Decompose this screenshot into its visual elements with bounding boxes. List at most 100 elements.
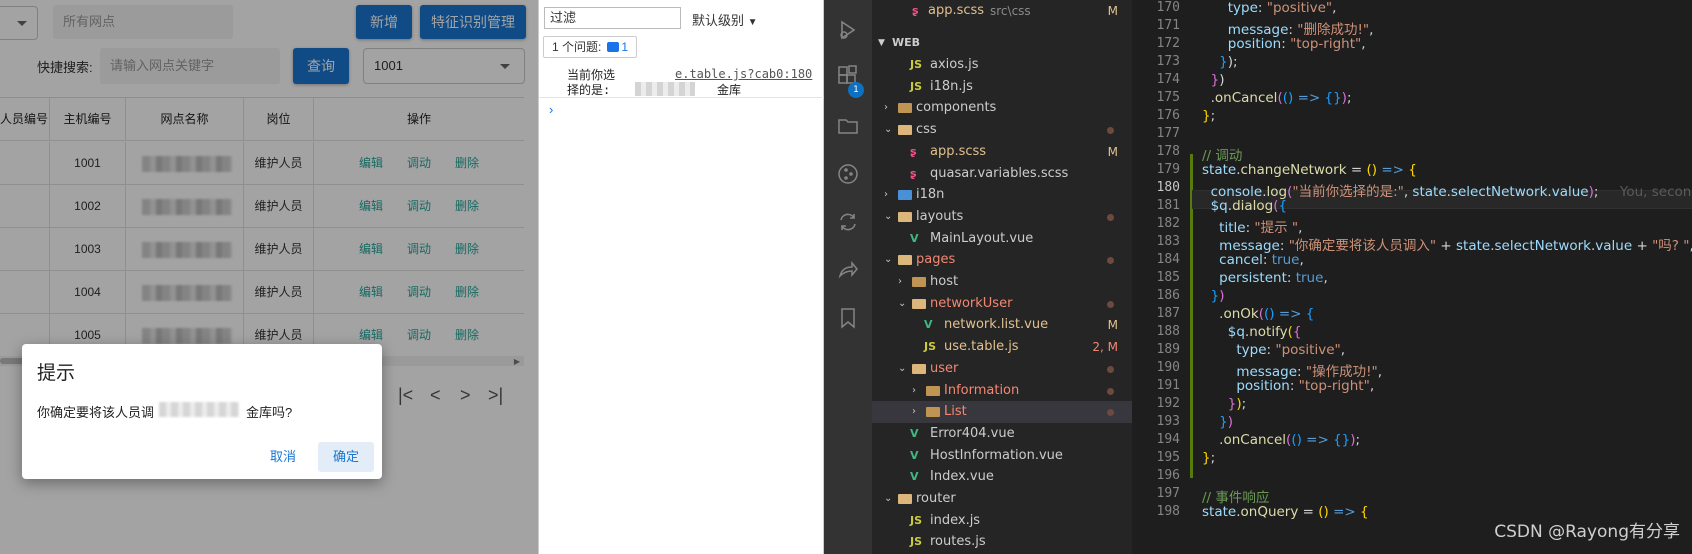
sync-icon[interactable] xyxy=(836,210,860,234)
line-number: 187 xyxy=(1156,306,1180,321)
explorer-section-header[interactable]: ▼ WEB xyxy=(872,32,1132,54)
tree-item-css[interactable]: ⌄ css xyxy=(872,119,1132,141)
tree-item-name: components xyxy=(916,100,997,116)
tree-item-name: app.scss xyxy=(930,143,987,159)
run-debug-icon[interactable] xyxy=(836,18,860,42)
modified-dot xyxy=(1107,409,1114,417)
line-number: 189 xyxy=(1156,342,1180,357)
scss-file-icon: ʂ xyxy=(910,166,917,180)
tree-item-routes-js[interactable]: JS routes.js xyxy=(872,531,1132,553)
tree-item-network-list-vue[interactable]: Vnetwork.list.vue M xyxy=(872,314,1132,336)
issues-button[interactable]: 1 个问题: 1 xyxy=(543,36,638,58)
tree-item-name: i18n.js xyxy=(930,78,973,94)
tree-item-layouts[interactable]: ⌄ layouts xyxy=(872,206,1132,228)
chevron-right-icon[interactable]: › xyxy=(912,380,916,402)
cancel-button[interactable]: 取消 xyxy=(254,442,312,472)
tree-item-name: app.scss xyxy=(928,3,985,18)
console-filter-input[interactable]: 过滤 xyxy=(544,7,681,29)
tree-item-index-js[interactable]: JS index.js xyxy=(872,510,1132,532)
chevron-down-icon[interactable]: ⌄ xyxy=(884,249,892,271)
code-editor: 170 171 172 173 174 175 176 177 178 179 180 181 182 1… xyxy=(1132,0,1692,554)
chevron-down-icon[interactable]: ⌄ xyxy=(884,119,892,141)
line-number: 186 xyxy=(1156,288,1180,303)
tree-item-name: Index.vue xyxy=(930,469,994,485)
tree-item-use-table-js[interactable]: JS use.table.js 2, M xyxy=(872,336,1132,358)
code-line: title: "提示 ", xyxy=(1219,220,1303,236)
tree-item-list[interactable]: › List xyxy=(872,401,1132,424)
vue-file-icon: V xyxy=(910,470,919,484)
tree-item-information[interactable]: › Information xyxy=(872,380,1132,402)
tree-item-components[interactable]: › components xyxy=(872,97,1132,119)
chevron-right-icon[interactable]: › xyxy=(912,401,916,423)
chevron-down-icon[interactable]: ⌄ xyxy=(884,488,892,510)
confirm-dialog: 提示 你确定要将该人员调 金库吗? 取消 确定 xyxy=(22,344,382,479)
vue-file-icon: V xyxy=(924,318,933,332)
tree-item-index-vue[interactable]: V Index.vue xyxy=(872,466,1132,488)
tree-item-name: networkUser xyxy=(930,295,1013,311)
vue-file-icon: V xyxy=(910,448,919,462)
js-file-icon: JS xyxy=(910,535,923,549)
tree-item-axios-js[interactable]: JS axios.js xyxy=(872,54,1132,76)
code-line: state.onQuery = () => { xyxy=(1202,504,1369,520)
tree-item-name: use.table.js xyxy=(944,339,1019,355)
code-line: console.log("当前你选择的是:", state.selectNetw… xyxy=(1202,180,1692,200)
tree-item-hostinformation-vue[interactable]: V HostInformation.vue xyxy=(872,445,1132,467)
tree-item-error404-vue[interactable]: V Error404.vue xyxy=(872,423,1132,445)
line-number: 182 xyxy=(1156,216,1180,231)
folder-icon xyxy=(926,385,940,396)
line-number: 190 xyxy=(1156,360,1180,375)
tree-item-name: axios.js xyxy=(930,57,979,72)
scss-file-icon: ʂ xyxy=(910,144,917,158)
tree-item-router[interactable]: ⌄ router xyxy=(872,488,1132,510)
git-status: M xyxy=(1107,4,1118,18)
console-prompt-icon[interactable]: › xyxy=(549,102,553,117)
code-line: message: "你确定要将该人员调入" + state.selectNetw… xyxy=(1219,238,1692,254)
line-number: 193 xyxy=(1156,414,1180,429)
tree-item-name: HostInformation.vue xyxy=(930,447,1063,463)
dialog-message-suffix: 金库吗? xyxy=(246,405,293,420)
tree-item-quasar-variables-scss[interactable]: ʂ quasar.variables.scss xyxy=(872,163,1132,185)
bookmark-icon[interactable] xyxy=(836,306,860,330)
chevron-down-icon[interactable]: ⌄ xyxy=(884,206,892,228)
code-line: }) xyxy=(1219,414,1234,430)
tree-item-pages[interactable]: ⌄ pages xyxy=(872,249,1132,271)
code-line: message: "操作成功!", xyxy=(1236,364,1382,380)
source-control-icon[interactable] xyxy=(836,162,860,186)
open-editor-item[interactable]: ʂ app.scss src\css M xyxy=(872,0,1132,22)
line-number: 181 xyxy=(1156,198,1180,213)
tree-item-i18n-js[interactable]: JS i18n.js xyxy=(872,76,1132,98)
folder-icon xyxy=(898,190,912,201)
issues-count: 1 xyxy=(621,40,629,54)
chevron-right-icon[interactable]: › xyxy=(898,271,902,293)
tree-item-i18n[interactable]: › i18n xyxy=(872,184,1132,206)
tree-item-networkuser[interactable]: ⌄ networkUser xyxy=(872,293,1132,315)
git-status: 2, M xyxy=(1092,340,1118,355)
tree-item-app-scss[interactable]: ʂ app.scss M xyxy=(872,141,1132,163)
log-level-label: 默认级别 xyxy=(692,13,745,28)
console-source-link[interactable]: e.table.js?cab0:180 xyxy=(675,67,812,81)
chevron-down-icon[interactable]: ⌄ xyxy=(898,293,906,315)
tree-item-name: user xyxy=(930,360,959,376)
chevron-right-icon[interactable]: › xyxy=(884,184,888,206)
explorer-files-icon[interactable] xyxy=(836,114,860,138)
js-file-icon: JS xyxy=(910,513,923,527)
tree-item-host[interactable]: › host xyxy=(872,271,1132,293)
line-number: 172 xyxy=(1156,36,1180,51)
code-line: message: "删除成功!", xyxy=(1227,22,1374,38)
tree-item-user[interactable]: ⌄ user xyxy=(872,358,1132,380)
chevron-down-icon: ▼ xyxy=(878,38,885,48)
line-number: 183 xyxy=(1156,234,1180,249)
line-number: 176 xyxy=(1156,108,1180,123)
line-number: 173 xyxy=(1156,54,1180,69)
issues-label: 1 个问题: xyxy=(552,40,602,54)
line-number: 196 xyxy=(1156,468,1180,483)
ok-button[interactable]: 确定 xyxy=(318,442,374,472)
chevron-right-icon[interactable]: › xyxy=(884,97,888,119)
chevron-down-icon[interactable]: ⌄ xyxy=(898,358,906,380)
line-number: 184 xyxy=(1156,252,1180,267)
log-level-dropdown[interactable]: 默认级别 ▼ xyxy=(692,10,758,29)
redacted-blur xyxy=(635,82,695,96)
code-line: }; xyxy=(1202,108,1216,124)
tree-item-mainlayout-vue[interactable]: V MainLayout.vue xyxy=(872,228,1132,250)
live-share-icon[interactable] xyxy=(836,258,860,282)
